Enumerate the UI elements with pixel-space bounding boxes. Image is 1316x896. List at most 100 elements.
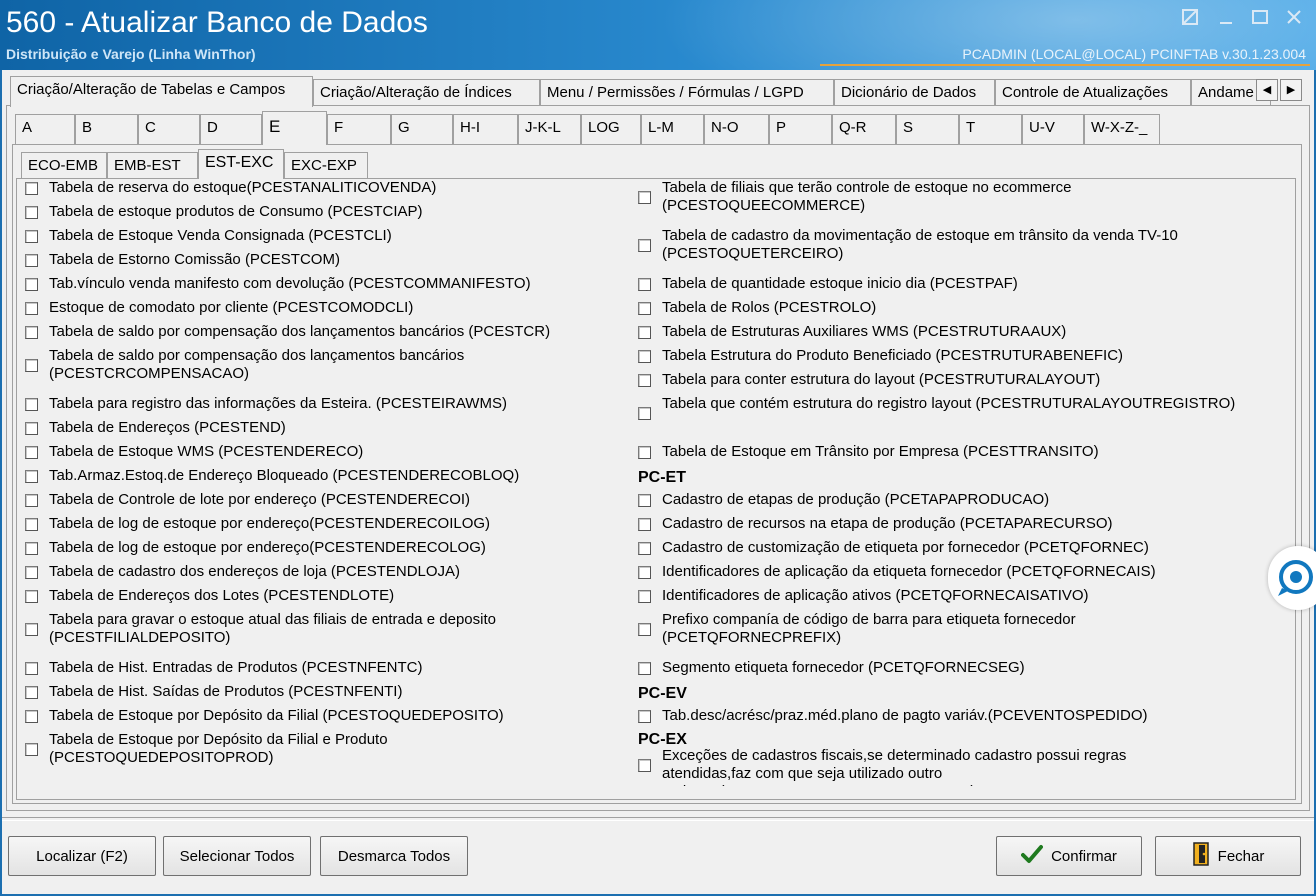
title-bar: 560 - Atualizar Banco de Dados Distribui… [0,0,1316,70]
checkbox[interactable] [25,710,38,723]
main-tab-item[interactable]: Menu / Permissões / Fórmulas / LGPD [540,79,834,106]
checkbox[interactable] [638,326,651,339]
restore-icon[interactable] [1176,8,1204,32]
letter-tab-item[interactable]: S [896,114,959,144]
checklist-item-label: Tabela de cadastro da movimentação de es… [662,227,1178,262]
checkbox[interactable] [25,470,38,483]
checkbox[interactable] [638,590,651,603]
checkbox[interactable] [25,359,38,372]
checklist-item-label: Cadastro de recursos na etapa de produçã… [662,515,1113,532]
checklist-item-label: Tab.vínculo venda manifesto com devoluçã… [49,275,531,292]
checkbox[interactable] [638,662,651,675]
checkbox[interactable] [25,686,38,699]
checklist-item-label: Tabela de Hist. Entradas de Produtos (PC… [49,659,423,676]
checkbox[interactable] [638,759,651,772]
checklist-item-label: Tabela de log de estoque por endereço(PC… [49,539,486,556]
close-icon[interactable] [1280,8,1308,32]
letter-tab-item[interactable]: LOG [581,114,641,144]
letter-tab-item[interactable]: Q-R [832,114,896,144]
checkbox[interactable] [25,206,38,219]
checkbox[interactable] [638,191,651,204]
confirmar-button[interactable]: Confirmar [996,836,1142,876]
checkbox[interactable] [25,590,38,603]
main-tab-item[interactable]: Dicionário de Dados [834,79,995,106]
checkbox[interactable] [25,494,38,507]
checkbox[interactable] [25,182,38,195]
checkbox[interactable] [25,230,38,243]
letter-tab-item[interactable]: D [200,114,262,144]
checkbox[interactable] [25,623,38,636]
tab-scroll-left-icon[interactable]: ◀ [1256,79,1278,101]
confirmar-label: Confirmar [1051,847,1117,865]
letter-tab-item[interactable]: W-X-Z-_ [1084,114,1160,144]
checkbox[interactable] [638,566,651,579]
checkbox[interactable] [25,743,38,756]
checkbox[interactable] [25,398,38,411]
letter-tab-item[interactable]: T [959,114,1022,144]
sub-tab-item[interactable]: EXC-EXP [284,152,368,179]
checkbox[interactable] [638,239,651,252]
client-area: Criação/Alteração de Tabelas e Campos Cri… [2,70,1314,894]
checklist-item-label: Tab.desc/acrésc/praz.méd.plano de pagto … [662,707,1148,724]
sub-tab-item[interactable]: EST-EXC [198,149,284,179]
letter-tab-item[interactable]: C [138,114,200,144]
checkbox[interactable] [638,302,651,315]
checkbox[interactable] [638,494,651,507]
checkbox[interactable] [638,623,651,636]
sub-tab-item[interactable]: ECO-EMB [21,152,107,179]
checkbox[interactable] [638,542,651,555]
checkbox[interactable] [638,278,651,291]
main-tab-item[interactable]: Criação/Alteração de Índices [313,79,540,106]
checkbox[interactable] [25,566,38,579]
checkbox[interactable] [638,407,651,420]
checklist-item-label: Tabela para registro das informações da … [49,395,507,412]
checkbox[interactable] [25,278,38,291]
checkbox[interactable] [638,350,651,363]
letter-tab-item[interactable]: E [262,111,327,145]
letter-tab-item[interactable]: J-K-L [518,114,581,144]
letter-tab-item[interactable]: N-O [704,114,769,144]
checkbox[interactable] [25,518,38,531]
checkbox[interactable] [25,422,38,435]
checklist-item-label: Tabela de Endereços (PCESTEND) [49,419,286,436]
minimize-icon[interactable] [1212,8,1240,32]
maximize-icon[interactable] [1246,8,1274,32]
checklist-item-label: Tabela de saldo por compensação dos lanç… [49,323,551,340]
tab-scroll-right-icon[interactable]: ▶ [1280,79,1302,101]
checkbox[interactable] [638,518,651,531]
checklist-item-label: Identificadores de aplicação da etiqueta… [662,563,1156,580]
desmarca-todos-button[interactable]: Desmarca Todos [320,836,468,876]
selecionar-todos-button[interactable]: Selecionar Todos [163,836,311,876]
letter-tab-item[interactable]: F [327,114,391,144]
letter-tab-item[interactable]: H-I [453,114,518,144]
letter-tab-item[interactable]: A [15,114,75,144]
checklist-item-label: Estoque de comodato por cliente (PCESTCO… [49,299,414,316]
checklist-item-label: Tabela de Controle de lote por endereço … [49,491,471,508]
checkbox[interactable] [25,326,38,339]
checkbox[interactable] [638,446,651,459]
group-header: PC-ET [638,469,686,486]
letter-tab-panel: ECO-EMB EMB-EST EST-EXC EXC-EXP Tabela de r… [12,144,1302,804]
checklist-item-label: Tabela Estrutura do Produto Beneficiado … [662,347,1124,364]
main-tab-item[interactable]: Controle de Atualizações [995,79,1191,106]
localizar-button[interactable]: Localizar (F2) [8,836,156,876]
checkbox[interactable] [25,302,38,315]
checkbox[interactable] [25,542,38,555]
checklist-item-label: Tabela para gravar o estoque atual das f… [49,611,496,646]
window-title: 560 - Atualizar Banco de Dados [6,6,428,39]
checklist-item-label: Tabela de Estruturas Auxiliares WMS (PCE… [662,323,1067,340]
letter-tab-item[interactable]: U-V [1022,114,1084,144]
main-tab-item[interactable]: Criação/Alteração de Tabelas e Campos [10,76,313,107]
letter-tab-item[interactable]: L-M [641,114,704,144]
sub-tab-item[interactable]: EMB-EST [107,152,198,179]
checkbox[interactable] [25,446,38,459]
checkbox[interactable] [638,710,651,723]
letter-tab-item[interactable]: G [391,114,453,144]
fechar-button[interactable]: Fechar [1155,836,1301,876]
checkbox[interactable] [25,254,38,267]
checkbox[interactable] [638,374,651,387]
checkbox[interactable] [25,662,38,675]
letter-tab-item[interactable]: P [769,114,832,144]
letter-tab-item[interactable]: B [75,114,138,144]
chat-support-widget[interactable] [1268,546,1316,610]
